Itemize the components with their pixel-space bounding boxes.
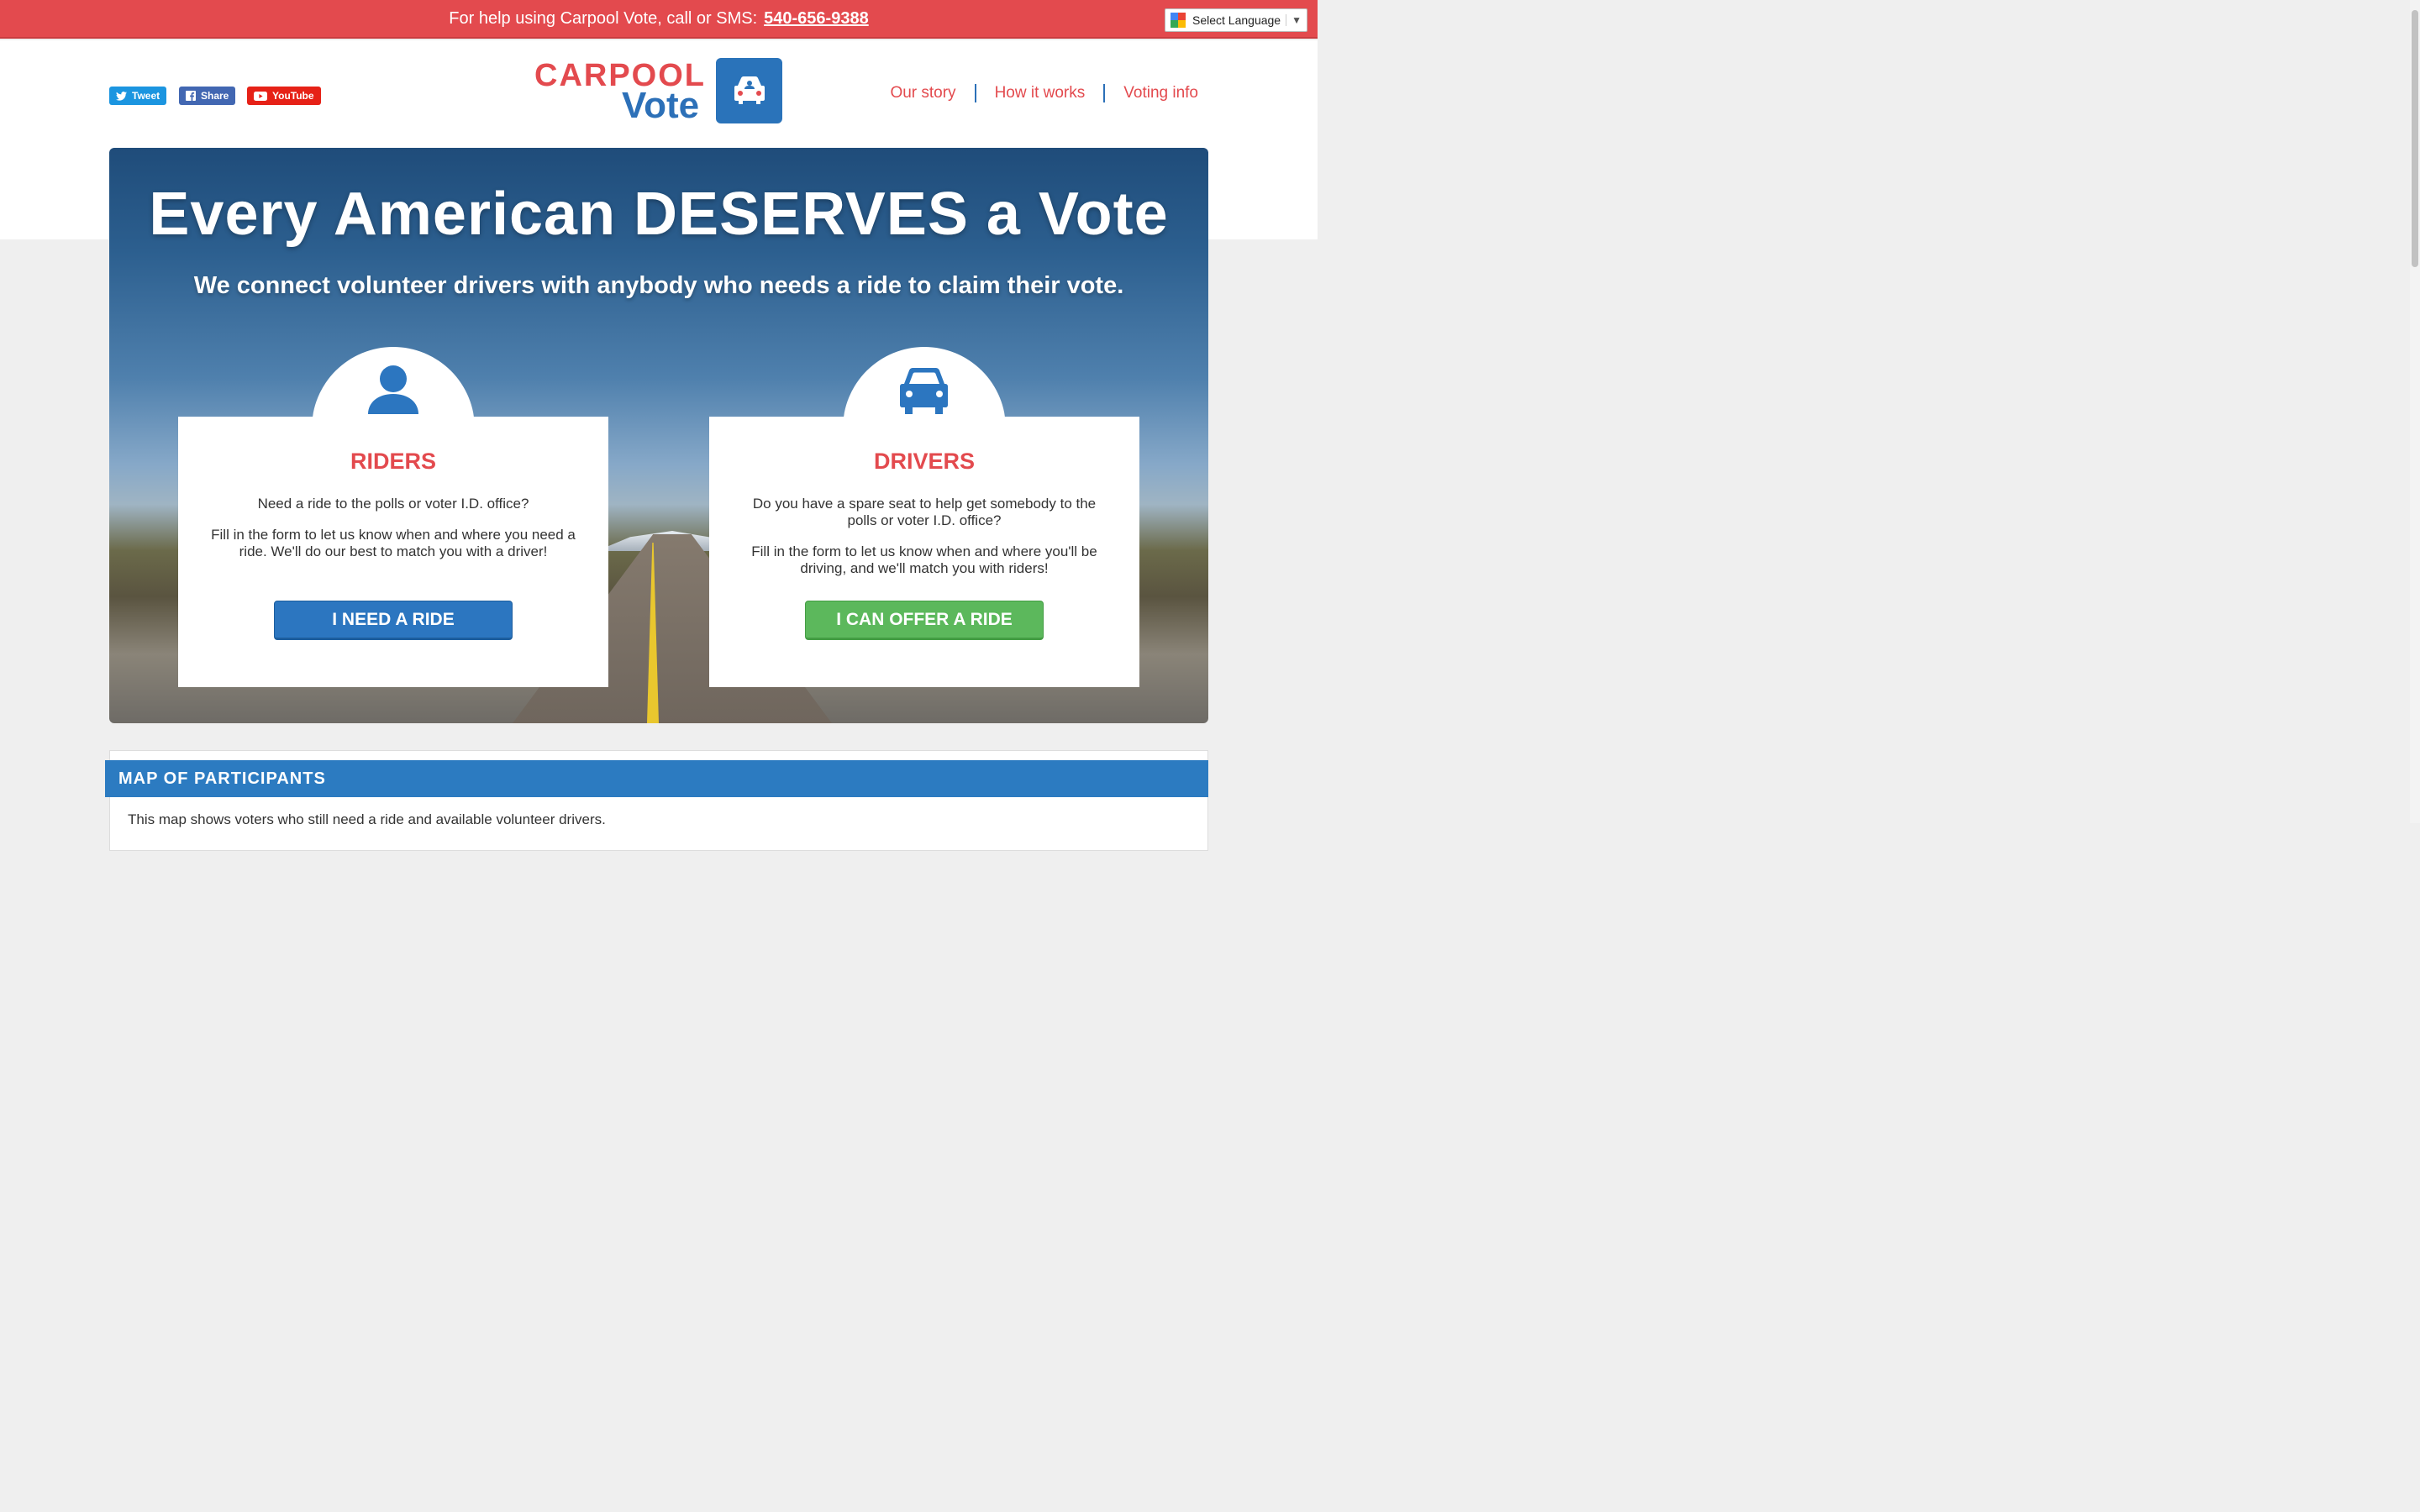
facebook-icon xyxy=(186,91,196,101)
need-ride-button[interactable]: I NEED A RIDE xyxy=(274,601,513,640)
language-label: Select Language xyxy=(1192,13,1281,27)
tweet-label: Tweet xyxy=(132,90,160,102)
riders-line2: Fill in the form to let us know when and… xyxy=(211,527,576,559)
help-phone-link[interactable]: 540-656-9388 xyxy=(764,9,869,29)
youtube-icon xyxy=(254,91,267,101)
logo-word-vote: Vote xyxy=(622,85,700,126)
help-text: For help using Carpool Vote, call or SMS… xyxy=(449,8,758,28)
logo-car-icon xyxy=(716,58,782,123)
drivers-heading: DRIVERS xyxy=(873,449,976,474)
drivers-line1: Do you have a spare seat to help get som… xyxy=(752,496,1097,528)
share-label: Share xyxy=(201,90,229,102)
page-scrollbar[interactable] xyxy=(2410,0,2420,823)
nav-how-it-works[interactable]: How it works xyxy=(976,84,1106,102)
riders-card: RIDERS Need a ride to the polls or voter… xyxy=(178,417,608,687)
scrollbar-thumb[interactable] xyxy=(2412,10,2418,267)
google-translate-icon xyxy=(1171,13,1186,28)
chevron-down-icon: ▼ xyxy=(1286,14,1307,26)
riders-line1: Need a ride to the polls or voter I.D. o… xyxy=(257,496,529,512)
map-heading: MAP OF PARTICIPANTS xyxy=(105,760,1208,797)
riders-heading: RIDERS xyxy=(350,449,436,474)
map-description: This map shows voters who still need a r… xyxy=(128,811,606,827)
facebook-share-button[interactable]: Share xyxy=(179,87,236,105)
main-nav: Our story How it works Voting info xyxy=(871,84,1198,102)
nav-our-story[interactable]: Our story xyxy=(871,84,976,102)
drivers-card: DRIVERS Do you have a spare seat to help… xyxy=(709,417,1139,687)
carpool-vote-logo[interactable]: CARPOOL Vote xyxy=(534,58,783,126)
hero-title: Every American DESERVES a Vote xyxy=(149,181,1169,248)
nav-voting-info[interactable]: Voting info xyxy=(1105,84,1198,102)
tweet-button[interactable]: Tweet xyxy=(109,87,167,105)
offer-ride-button[interactable]: I CAN OFFER A RIDE xyxy=(805,601,1044,640)
drivers-line2: Fill in the form to let us know when and… xyxy=(751,543,1097,576)
hero-subtitle: We connect volunteer drivers with anybod… xyxy=(193,272,1124,299)
youtube-label: YouTube xyxy=(272,90,314,102)
language-select[interactable]: Select Language ▼ xyxy=(1165,8,1307,32)
youtube-button[interactable]: YouTube xyxy=(247,87,321,105)
twitter-icon xyxy=(116,91,127,101)
person-icon xyxy=(368,365,418,414)
help-bar: For help using Carpool Vote, call or SMS… xyxy=(0,0,1318,39)
car-icon xyxy=(900,368,948,414)
hero-banner: Every American DESERVES a Vote We connec… xyxy=(109,148,1208,723)
